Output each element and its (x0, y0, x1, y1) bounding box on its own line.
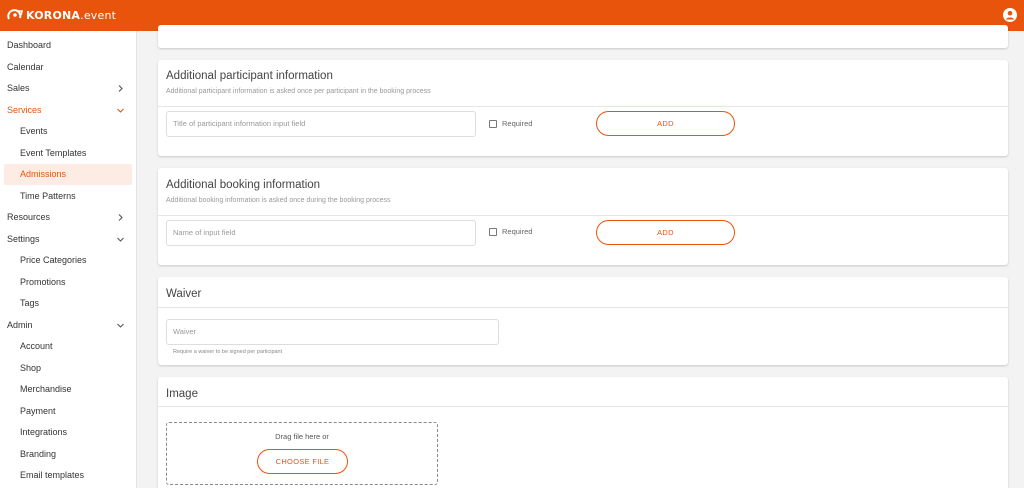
logo-icon (7, 9, 24, 20)
sidebar-item-admissions[interactable]: Admissions (4, 164, 132, 185)
sidebar-item-label: Event Templates (20, 148, 87, 158)
sidebar-item-label: Time Patterns (20, 191, 76, 201)
sidebar-item-label: Payment (20, 406, 56, 416)
chevron-right-icon (118, 85, 123, 92)
main-content: Additional participant information Addit… (137, 25, 1024, 488)
required-label: Required (502, 119, 533, 128)
sidebar-item-admin[interactable]: Admin (0, 315, 137, 336)
required-checkbox[interactable]: Required (489, 227, 532, 236)
section-subtitle: Additional booking information is asked … (166, 197, 391, 204)
sidebar-item-label: Promotions (20, 277, 66, 287)
waiver-hint: Require a waiver to be signed per partic… (173, 349, 283, 355)
brand-suffix: .event (80, 8, 117, 22)
chevron-down-icon (117, 237, 124, 242)
chevron-down-icon (117, 108, 124, 113)
sidebar-item-time-patterns[interactable]: Time Patterns (0, 186, 137, 207)
sidebar-item-account[interactable]: Account (0, 336, 137, 357)
sidebar-item-label: Resources (7, 212, 51, 222)
sidebar-item-event-templates[interactable]: Event Templates (0, 143, 137, 164)
sidebar-item-label: Integrations (20, 427, 68, 437)
checkbox-box (489, 119, 497, 128)
sidebar-item-promotions[interactable]: Promotions (0, 272, 137, 293)
sidebar-item-label: Calendar (7, 62, 44, 72)
sidebar-item-label: Price Categories (20, 255, 87, 265)
chevron-right-icon (118, 214, 123, 221)
sidebar-item-merchandise[interactable]: Merchandise (0, 379, 137, 400)
sidebar-item-label: Sales (7, 83, 30, 93)
sidebar-item-label: Dashboard (7, 40, 52, 50)
file-dropzone[interactable]: Drag file here or CHOOSE FILE (166, 422, 438, 485)
brand-main: KORONA (26, 8, 81, 22)
sidebar-item-email-templates[interactable]: Email templates (0, 465, 137, 486)
sidebar-item-label: Services (7, 105, 42, 115)
add-participant-info-button[interactable]: ADD (596, 111, 735, 136)
section-title: Waiver (166, 288, 202, 300)
brand-name: KORONA.event (26, 9, 116, 22)
divider (158, 106, 1008, 107)
choose-file-button[interactable]: CHOOSE FILE (257, 449, 348, 474)
section-title: Image (166, 388, 198, 400)
required-label: Required (502, 227, 533, 236)
sidebar-item-resources[interactable]: Resources (0, 207, 137, 228)
sidebar-item-label: Tags (20, 298, 40, 308)
add-booking-info-button[interactable]: ADD (596, 220, 735, 245)
image-card: Image Drag file here or CHOOSE FILE (158, 377, 1008, 488)
sidebar-item-label: Branding (20, 449, 57, 459)
sidebar-item-integrations[interactable]: Integrations (0, 422, 137, 443)
sidebar-item-settings[interactable]: Settings (0, 229, 137, 250)
sidebar-item-label: Settings (7, 234, 40, 244)
previous-card (158, 25, 1008, 48)
sidebar-item-label: Merchandise (20, 384, 72, 394)
sidebar-item-branding[interactable]: Branding (0, 444, 137, 465)
section-subtitle: Additional participant information is as… (166, 88, 431, 95)
sidebar-item-label: Admissions (20, 169, 67, 179)
sidebar-item-calendar[interactable]: Calendar (0, 57, 137, 78)
section-title: Additional booking information (166, 179, 321, 191)
required-checkbox[interactable]: Required (489, 119, 532, 128)
section-title: Additional participant information (166, 70, 333, 82)
checkbox-box (489, 227, 497, 236)
sidebar-item-label: Shop (20, 363, 42, 373)
chevron-down-icon (117, 323, 124, 328)
divider (158, 406, 1008, 407)
sidebar-item-label: Events (20, 126, 48, 136)
sidebar-item-services[interactable]: Services (0, 100, 137, 121)
sidebar-item-sales[interactable]: Sales (0, 78, 137, 99)
sidebar-item-label: Account (20, 341, 53, 351)
sidebar-item-tags[interactable]: Tags (0, 293, 137, 314)
booking-info-card: Additional booking information Additiona… (158, 168, 1008, 265)
divider (158, 215, 1008, 216)
sidebar-item-price-categories[interactable]: Price Categories (0, 250, 137, 271)
dropzone-text: Drag file here or (275, 432, 329, 441)
waiver-card: Waiver Waiver Require a waiver to be sig… (158, 277, 1008, 365)
brand-logo[interactable]: KORONA.event (6, 7, 116, 23)
sidebar-item-payment[interactable]: Payment (0, 401, 137, 422)
divider (158, 307, 1008, 308)
participant-info-card: Additional participant information Addit… (158, 60, 1008, 156)
sidebar: Dashboard Calendar Sales Services Events… (0, 31, 137, 488)
sidebar-item-label: Email templates (20, 470, 85, 480)
booking-info-name-input[interactable]: Name of input field (166, 220, 476, 246)
sidebar-item-label: Admin (7, 320, 33, 330)
sidebar-item-dashboard[interactable]: Dashboard (0, 35, 137, 56)
waiver-input[interactable]: Waiver (166, 319, 499, 345)
participant-info-title-input[interactable]: Title of participant information input f… (166, 111, 476, 137)
sidebar-item-events[interactable]: Events (0, 121, 137, 142)
account-icon[interactable] (1003, 8, 1017, 22)
sidebar-item-shop[interactable]: Shop (0, 358, 137, 379)
